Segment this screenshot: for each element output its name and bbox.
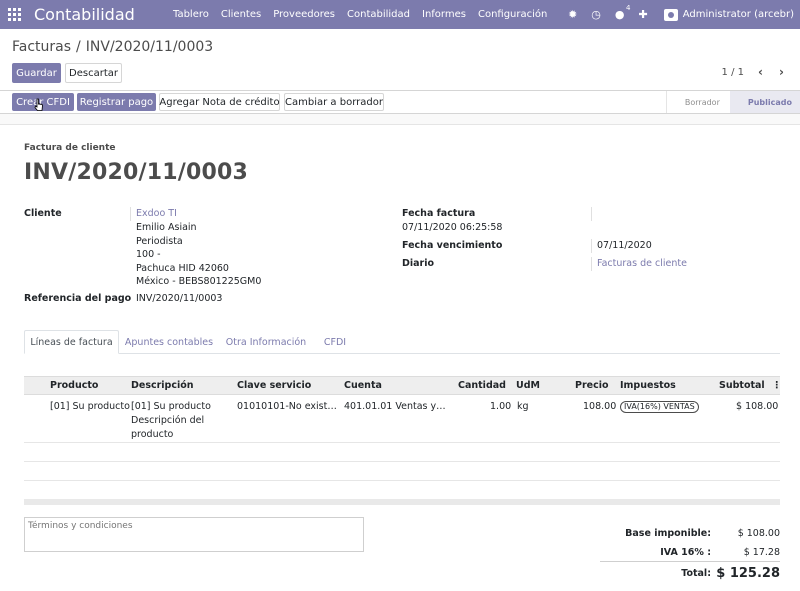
menu-item-informes[interactable]: Informes [416, 9, 472, 20]
tab-other-info[interactable]: Otra Información [219, 330, 313, 354]
row-product[interactable]: [01] Su producto [50, 401, 130, 412]
tab-cfdi[interactable]: CFDI [315, 330, 355, 354]
user-menu[interactable]: Administrator (arcebr) [663, 8, 794, 21]
column-header-subtotal[interactable]: Subtotal [719, 380, 765, 391]
total-value: $ 125.28 [716, 566, 780, 581]
save-button[interactable]: Guardar [12, 63, 61, 83]
journal-link[interactable]: Facturas de cliente [597, 258, 687, 269]
optional-columns-icon[interactable]: ⋮ [772, 380, 782, 391]
base-amount-label: Base imponible: [625, 528, 711, 539]
menu-item-tablero[interactable]: Tablero [167, 9, 215, 20]
status-draft[interactable]: Borrador [665, 91, 730, 113]
customer-name-link[interactable]: Exdoo TI [136, 208, 177, 219]
invoice-date-label: Fecha factura [402, 208, 476, 219]
menu-item-proveedores[interactable]: Proveedores [267, 9, 341, 20]
row-description[interactable]: Descripción del [131, 415, 204, 426]
journal-label: Diario [402, 258, 435, 269]
customer-label: Cliente [24, 208, 62, 219]
main-menu: Tablero Clientes Proveedores Contabilida… [165, 9, 553, 20]
customer-address-line: México - BEBS801225GM0 [136, 276, 262, 287]
app-name[interactable]: Contabilidad [34, 5, 164, 24]
top-navbar: Contabilidad Tablero Clientes Proveedore… [0, 0, 800, 29]
avatar [663, 8, 678, 21]
totals-divider [600, 561, 780, 562]
field-divider [591, 207, 592, 221]
row-quantity[interactable]: 1.00 [490, 401, 511, 412]
tab-invoice-lines[interactable]: Líneas de factura [24, 330, 119, 354]
row-description[interactable]: [01] Su producto [131, 401, 211, 412]
column-header-uom[interactable]: UdM [516, 380, 540, 391]
column-header-price[interactable]: Precio [575, 380, 609, 391]
column-header-product[interactable]: Producto [50, 380, 98, 391]
menu-item-configuracion[interactable]: Configuración [472, 9, 553, 20]
row-uom[interactable]: kg [517, 401, 529, 412]
pager-value[interactable]: 1 / 1 [722, 67, 744, 78]
column-header-taxes[interactable]: Impuestos [620, 380, 676, 391]
status-steps: Borrador Publicado [665, 91, 800, 113]
field-divider [591, 257, 592, 271]
terms-and-conditions-field[interactable] [24, 517, 364, 552]
breadcrumb-separator: / [76, 39, 81, 55]
due-date-value: 07/11/2020 [597, 240, 652, 251]
register-payment-button[interactable]: Registrar pago [77, 93, 156, 111]
payment-reference-label: Referencia del pago [24, 293, 132, 304]
status-posted: Publicado [729, 91, 800, 113]
bug-icon[interactable]: ✹ [568, 8, 577, 21]
breadcrumb-current: INV/2020/11/0003 [85, 39, 214, 55]
column-header-account[interactable]: Cuenta [344, 380, 382, 391]
field-divider [130, 207, 131, 221]
customer-address-line: Emilio Asiain [136, 222, 197, 233]
menu-item-clientes[interactable]: Clientes [215, 9, 267, 20]
row-subtotal: $ 108.00 [736, 401, 779, 412]
total-label: Total: [681, 568, 711, 579]
tab-journal-items[interactable]: Apuntes contables [121, 330, 217, 354]
user-name: Administrator (arcebr) [682, 9, 794, 20]
status-bar: Crear CFDI Registrar pago Agregar Nota d… [0, 91, 800, 114]
row-description[interactable]: producto [131, 429, 173, 440]
breadcrumb-facturas[interactable]: Facturas [12, 39, 71, 55]
discard-button[interactable]: Descartar [65, 63, 122, 83]
pager-next-icon[interactable]: › [779, 65, 784, 79]
gift-icon[interactable]: ✚ [639, 8, 648, 21]
invoice-number: INV/2020/11/0003 [24, 160, 249, 185]
invoice-date-value: 07/11/2020 06:25:58 [402, 222, 503, 233]
systray: ✹ ◷ ● 4 ✚ Administrator (arcebr) [568, 0, 800, 29]
row-account[interactable]: 401.01.01 Ventas y… [344, 401, 446, 412]
due-date-label: Fecha vencimiento [402, 240, 503, 251]
document-type: Factura de cliente [24, 143, 116, 153]
reset-to-draft-button[interactable]: Cambiar a borrador [284, 93, 384, 111]
row-price[interactable]: 108.00 [583, 401, 616, 412]
payment-reference-value: INV/2020/11/0003 [136, 293, 223, 304]
field-divider [591, 239, 592, 253]
chat-badge: 4 [626, 4, 631, 12]
column-header-service-key[interactable]: Clave servicio [237, 380, 311, 391]
breadcrumb: Facturas / INV/2020/11/0003 [12, 39, 213, 55]
row-divider [24, 442, 780, 443]
row-divider [24, 480, 780, 481]
column-header-description[interactable]: Descripción [131, 380, 194, 391]
column-header-quantity[interactable]: Cantidad [458, 380, 506, 391]
chat-icon[interactable]: ● 4 [615, 4, 631, 21]
table-header: Producto Descripción Clave servicio Cuen… [24, 376, 782, 395]
control-panel: Facturas / INV/2020/11/0003 Guardar Descar… [0, 29, 800, 91]
customer-address-line: Periodista [136, 236, 183, 247]
pager-prev-icon[interactable]: ‹ [758, 65, 763, 79]
customer-address-line: Pachuca HID 42060 [136, 263, 229, 274]
apps-menu-icon[interactable] [3, 0, 25, 29]
tax-amount-label: IVA 16% : [660, 547, 711, 558]
menu-item-contabilidad[interactable]: Contabilidad [341, 9, 416, 20]
customer-address-line: 100 - [136, 249, 161, 260]
add-credit-note-button[interactable]: Agregar Nota de crédito [159, 93, 280, 111]
base-amount-value: $ 108.00 [737, 528, 780, 539]
tax-tag[interactable]: IVA(16%) VENTAS [620, 401, 699, 413]
row-divider [24, 461, 780, 462]
table-footer [24, 499, 780, 505]
row-service-key[interactable]: 01010101-No exist… [237, 401, 337, 412]
notebook-tabs: Líneas de factura Apuntes contables Otra… [24, 330, 780, 354]
clock-icon[interactable]: ◷ [591, 8, 601, 21]
mouse-cursor-icon [34, 98, 43, 111]
tax-amount-value: $ 17.28 [743, 547, 780, 558]
